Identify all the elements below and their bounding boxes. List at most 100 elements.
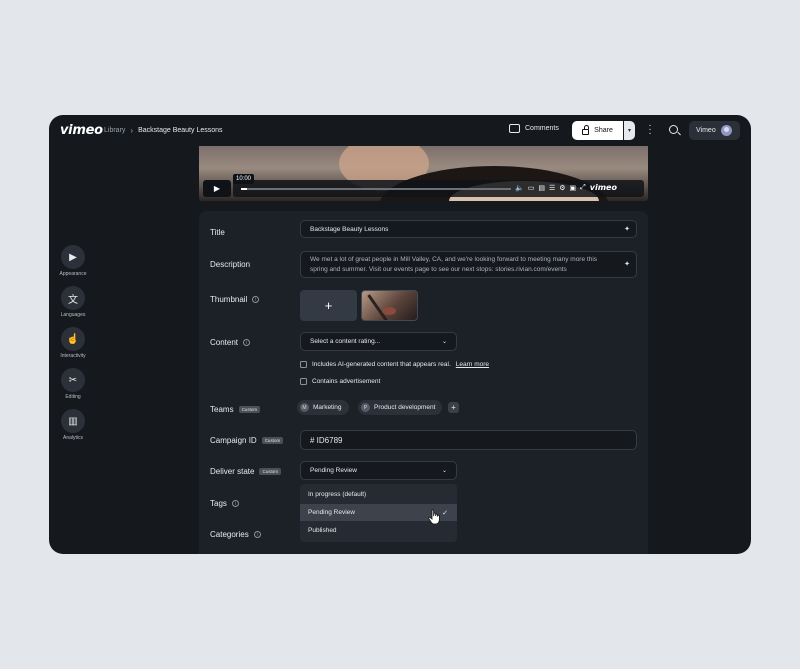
rail-item-label: Interactivity — [60, 353, 86, 359]
play-icon: ▶ — [213, 184, 221, 193]
team-initial: P — [361, 403, 370, 412]
video-controls: ▶ 🔈 ▭ ▤ ☰ ⚙ ▣ ⤢ vimeo — [203, 180, 644, 197]
player-vimeo-logo[interactable]: vimeo — [590, 183, 617, 192]
deliver-state-label-text: Deliver state — [210, 467, 255, 476]
rail-item-interactivity[interactable]: ☝ Interactivity — [58, 327, 88, 359]
breadcrumb-current: Backstage Beauty Lessons — [138, 127, 223, 134]
option-label: In progress (default) — [308, 491, 367, 498]
transcript-icon[interactable]: ▤ — [538, 184, 545, 192]
chapters-icon[interactable]: ☰ — [549, 184, 555, 192]
description-label-text: Description — [210, 260, 251, 269]
content-label: Content i — [210, 338, 251, 347]
categories-label-text: Categories — [210, 530, 249, 539]
ai-sparkle-icon[interactable]: ✦ — [624, 225, 630, 233]
comment-icon — [509, 124, 520, 133]
comments-label: Comments — [525, 125, 559, 132]
custom-badge: Custom — [259, 468, 281, 475]
video-control-bar: 🔈 ▭ ▤ ☰ ⚙ ▣ ⤢ vimeo — [233, 180, 644, 197]
content-label-text: Content — [210, 338, 239, 347]
rail-item-label: Languages — [60, 312, 86, 318]
ai-content-text: Includes AI-generated content that appea… — [312, 361, 451, 368]
thumbnail-image[interactable] — [361, 290, 418, 321]
rail-item-appearance[interactable]: ▶ Appearance — [58, 245, 88, 277]
more-options-icon[interactable]: · · · — [647, 121, 653, 139]
side-rail: ▶ Appearance 文 Languages ☝ Interactivity… — [58, 245, 88, 450]
vimeo-logo[interactable]: vimeo — [60, 123, 103, 138]
share-label: Share — [594, 127, 613, 134]
learn-more-link[interactable]: Learn more — [456, 361, 489, 368]
play-button[interactable]: ▶ — [203, 180, 231, 197]
team-name: Marketing — [313, 404, 342, 411]
option-label: Published — [308, 527, 337, 534]
deliver-state-label: Deliver state Custom — [210, 467, 281, 476]
user-menu-button[interactable]: Vimeo — [689, 121, 740, 140]
advertisement-checkbox[interactable] — [300, 378, 307, 385]
info-icon[interactable]: i — [252, 296, 260, 303]
breadcrumb-library[interactable]: Library — [104, 127, 125, 134]
chevron-down-icon: ⌄ — [441, 339, 447, 345]
title-field[interactable]: Backstage Beauty Lessons ✦ — [300, 220, 637, 238]
add-thumbnail-button[interactable]: + — [300, 290, 357, 321]
title-value: Backstage Beauty Lessons — [310, 225, 389, 233]
fullscreen-icon[interactable]: ⤢ — [580, 184, 586, 192]
tags-label-text: Tags — [210, 499, 227, 508]
pointer-icon: ☝ — [61, 327, 85, 351]
search-icon[interactable] — [669, 125, 678, 134]
app-window: vimeo Library › Backstage Beauty Lessons… — [49, 115, 751, 554]
deliver-state-select[interactable]: Pending Review ⌄ — [300, 461, 457, 480]
hand-cursor-icon — [428, 509, 440, 525]
play-square-icon: ▶ — [61, 245, 85, 269]
description-label: Description — [210, 260, 250, 269]
rail-item-label: Appearance — [59, 271, 87, 277]
captions-icon[interactable]: ▭ — [528, 184, 535, 192]
description-value: We met a lot of great people in Mill Val… — [310, 255, 598, 273]
share-control: Share ▾ — [572, 121, 635, 140]
time-tooltip: 10:00 — [233, 174, 255, 184]
teams-label: Teams Custom — [210, 405, 261, 414]
rail-item-analytics[interactable]: ▥ Analytics — [58, 409, 88, 441]
thumbnail-label: Thumbnail i — [210, 295, 260, 304]
custom-badge: Custom — [238, 406, 261, 413]
video-control-icons: 🔈 ▭ ▤ ☰ ⚙ ▣ ⤢ vimeo — [515, 183, 617, 192]
teams-label-text: Teams — [210, 405, 234, 414]
add-team-button[interactable]: + — [448, 402, 459, 413]
deliver-state-value: Pending Review — [310, 467, 357, 474]
categories-label: Categories i — [210, 530, 261, 539]
team-chip[interactable]: P Product development — [358, 400, 443, 415]
translate-icon: 文 — [61, 286, 85, 310]
chart-icon: ▥ — [61, 409, 85, 433]
info-icon[interactable]: i — [243, 339, 251, 346]
video-player[interactable]: ▶ 🔈 ▭ ▤ ☰ ⚙ ▣ ⤢ vimeo — [199, 146, 648, 201]
plus-icon: + — [451, 403, 456, 412]
rail-item-languages[interactable]: 文 Languages — [58, 286, 88, 318]
info-icon[interactable]: i — [253, 531, 261, 538]
top-bar: vimeo Library › Backstage Beauty Lessons… — [49, 115, 751, 147]
advertisement-text: Contains advertisement — [312, 378, 381, 385]
campaign-id-label-text: Campaign ID — [210, 436, 257, 445]
lock-icon — [582, 125, 590, 135]
team-chip[interactable]: M Marketing — [297, 400, 349, 415]
ai-content-checkbox-row: Includes AI-generated content that appea… — [300, 361, 489, 368]
title-label-text: Title — [210, 228, 225, 237]
volume-icon[interactable]: 🔈 — [515, 184, 524, 192]
rail-item-label: Analytics — [62, 435, 83, 441]
pip-icon[interactable]: ▣ — [570, 184, 577, 192]
description-field[interactable]: We met a lot of great people in Mill Val… — [300, 251, 637, 278]
comments-button[interactable]: Comments — [509, 124, 559, 133]
dropdown-option[interactable]: In progress (default) — [300, 486, 457, 503]
rail-item-label: Editing — [65, 394, 81, 400]
share-button[interactable]: Share — [572, 121, 623, 140]
content-rating-select[interactable]: Select a content rating... ⌄ — [300, 332, 457, 351]
share-dropdown-button[interactable]: ▾ — [624, 121, 635, 140]
check-icon: ✓ — [442, 509, 448, 517]
thumbnail-shape — [382, 307, 396, 315]
details-panel: Title Backstage Beauty Lessons ✦ Descrip… — [199, 211, 648, 554]
campaign-id-field[interactable]: # ID6789 — [300, 430, 637, 450]
ai-content-checkbox[interactable] — [300, 361, 307, 368]
info-icon[interactable]: i — [231, 500, 239, 507]
ai-sparkle-icon[interactable]: ✦ — [624, 260, 630, 270]
rail-item-editing[interactable]: ✂ Editing — [58, 368, 88, 400]
settings-icon[interactable]: ⚙ — [559, 184, 565, 192]
team-name: Product development — [374, 404, 436, 411]
progress-track[interactable] — [241, 188, 511, 190]
